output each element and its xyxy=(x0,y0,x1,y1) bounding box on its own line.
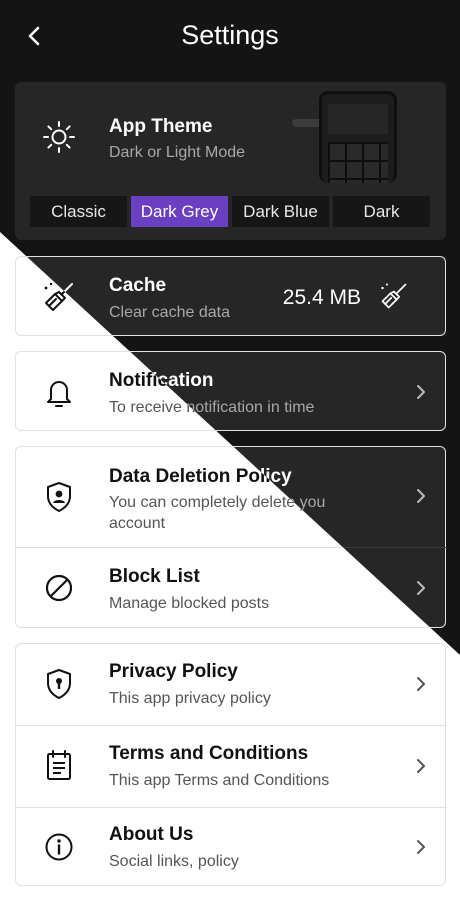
block-icon xyxy=(45,574,73,602)
theme-selector: Classic Dark Grey Dark Blue Dark xyxy=(30,196,430,227)
moon-icon xyxy=(399,103,423,130)
chevron-right-icon xyxy=(417,489,425,503)
theme-subtitle: Dark or Light Mode xyxy=(109,144,246,161)
block-list-title: Block List xyxy=(109,566,200,587)
notification-title: Notification xyxy=(109,370,214,391)
notification-card[interactable]: Notification To receive notification in … xyxy=(15,351,446,431)
data-deletion-subtitle: You can completely delete you account xyxy=(109,494,326,532)
header: Settings xyxy=(0,0,460,72)
block-list-row[interactable]: Block List Manage blocked posts xyxy=(16,548,447,628)
notification-subtitle: To receive notification in time xyxy=(109,399,315,416)
theme-option-dark-grey[interactable]: Dark Grey xyxy=(131,196,228,227)
theme-option-dark-blue[interactable]: Dark Blue xyxy=(232,196,329,227)
theme-card: App Theme Dark or Light Mode Classic Dar… xyxy=(15,82,446,240)
theme-option-classic[interactable]: Classic xyxy=(30,196,127,227)
data-card: Data Deletion Policy You can completely … xyxy=(15,446,447,628)
cache-size: 25.4 MB xyxy=(282,286,361,309)
chevron-right-icon xyxy=(417,385,425,399)
data-deletion-row[interactable]: Data Deletion Policy You can completely … xyxy=(16,447,447,547)
sun-icon xyxy=(43,121,75,153)
clear-cache-icon[interactable] xyxy=(379,281,409,311)
block-list-subtitle: Manage blocked posts xyxy=(109,595,270,612)
theme-option-dark[interactable]: Dark xyxy=(333,196,430,227)
broom-icon xyxy=(44,282,73,311)
cache-card[interactable]: Cache Clear cache data 25.4 MB xyxy=(15,256,446,336)
chevron-right-icon xyxy=(417,581,425,595)
cache-title: Cache xyxy=(109,275,167,296)
theme-title: App Theme xyxy=(109,116,213,137)
phone-illustration xyxy=(319,91,397,183)
data-deletion-title: Data Deletion Policy xyxy=(109,466,292,487)
shield-user-icon xyxy=(47,482,71,512)
page-title: Settings xyxy=(181,20,279,50)
bell-icon xyxy=(47,381,71,407)
